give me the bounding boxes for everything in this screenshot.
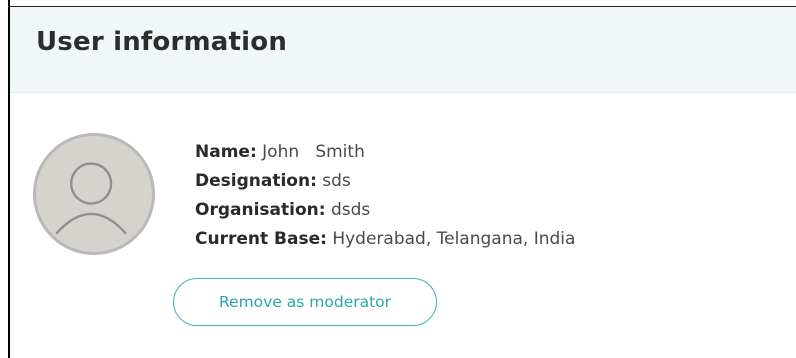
organisation-label: Organisation: — [195, 200, 326, 220]
detail-row-name: Name: John Smith — [195, 138, 755, 167]
designation-label: Designation: — [195, 171, 317, 191]
detail-row-organisation: Organisation: dsds — [195, 196, 755, 225]
designation-value: sds — [322, 171, 351, 191]
user-information-card: User information Name: John Smith Design… — [0, 0, 796, 358]
name-label: Name: — [195, 142, 257, 162]
avatar — [33, 133, 155, 255]
card-header: User information — [10, 7, 796, 93]
name-value: John Smith — [262, 142, 365, 162]
detail-row-designation: Designation: sds — [195, 167, 755, 196]
user-silhouette-icon — [55, 162, 127, 235]
current-base-value: Hyderabad, Telangana, India — [332, 229, 576, 249]
organisation-value: dsds — [330, 200, 371, 220]
user-details: Name: John Smith Designation: sds Organi… — [195, 138, 755, 254]
detail-row-current-base: Current Base: Hyderabad, Telangana, Indi… — [195, 225, 755, 254]
current-base-label: Current Base: — [195, 229, 327, 249]
remove-as-moderator-button[interactable]: Remove as moderator — [173, 278, 437, 326]
card-title: User information — [36, 27, 288, 57]
